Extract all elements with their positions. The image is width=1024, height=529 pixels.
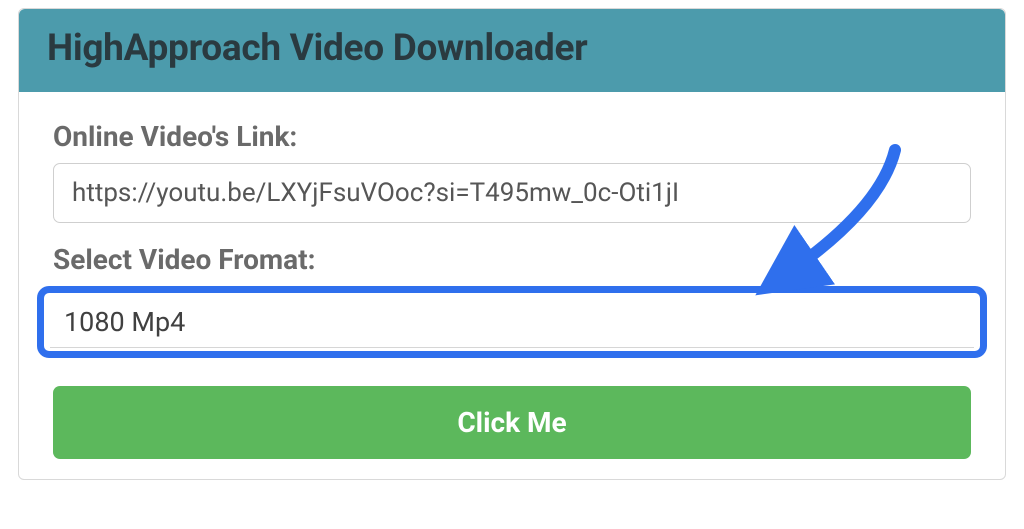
downloader-card: HighApproach Video Downloader Online Vid… — [18, 8, 1006, 480]
card-body: Online Video's Link: Select Video Fromat… — [19, 92, 1005, 479]
format-select[interactable] — [44, 293, 980, 351]
card-title: HighApproach Video Downloader — [47, 27, 977, 70]
select-inner-border — [50, 347, 974, 348]
link-input[interactable] — [53, 163, 971, 223]
submit-button[interactable]: Click Me — [53, 386, 971, 459]
format-select-highlight — [37, 286, 987, 358]
format-label: Select Video Fromat: — [53, 243, 971, 276]
link-label: Online Video's Link: — [53, 120, 971, 153]
card-header: HighApproach Video Downloader — [19, 9, 1005, 92]
